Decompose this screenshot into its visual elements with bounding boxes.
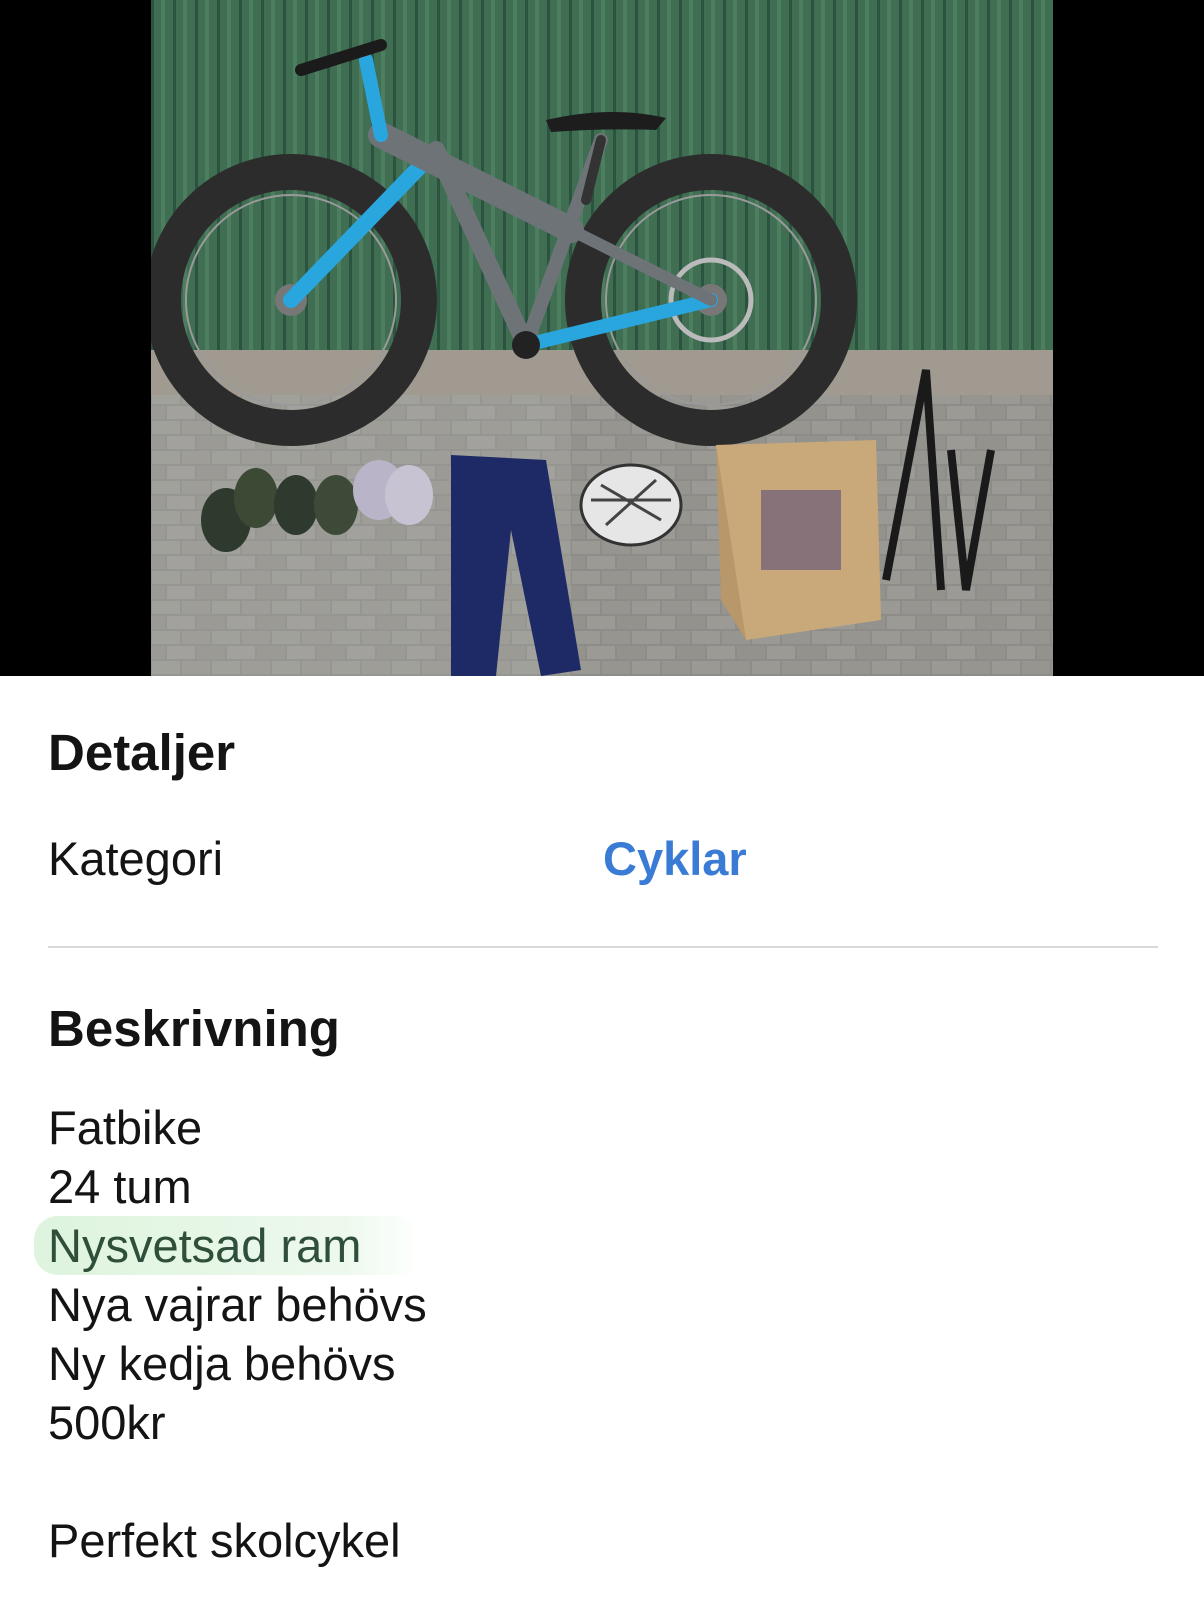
- description-line: Ny kedja behövs: [48, 1337, 396, 1390]
- description-text: Fatbike 24 tum Nysvetsad ram Nya vajrar …: [34, 1098, 427, 1570]
- category-link[interactable]: Cyklar: [603, 835, 747, 882]
- description-line: 500kr: [48, 1396, 166, 1449]
- description-line: Nya vajrar behövs: [48, 1278, 427, 1331]
- description-heading: Beskrivning: [48, 1000, 340, 1057]
- category-label: Kategori: [48, 832, 224, 885]
- bike-photo-illustration: [151, 0, 1053, 676]
- listing-photo[interactable]: [151, 0, 1053, 676]
- description-line: Perfekt skolcykel: [48, 1514, 401, 1567]
- divider: [48, 946, 1158, 948]
- description-line: 24 tum: [48, 1160, 192, 1213]
- description-blank-line: [48, 1452, 427, 1511]
- description-line: Fatbike: [48, 1101, 203, 1154]
- photo-frame: [0, 0, 1204, 676]
- details-heading: Detaljer: [48, 724, 236, 781]
- description-line-highlighted: Nysvetsad ram: [34, 1216, 422, 1275]
